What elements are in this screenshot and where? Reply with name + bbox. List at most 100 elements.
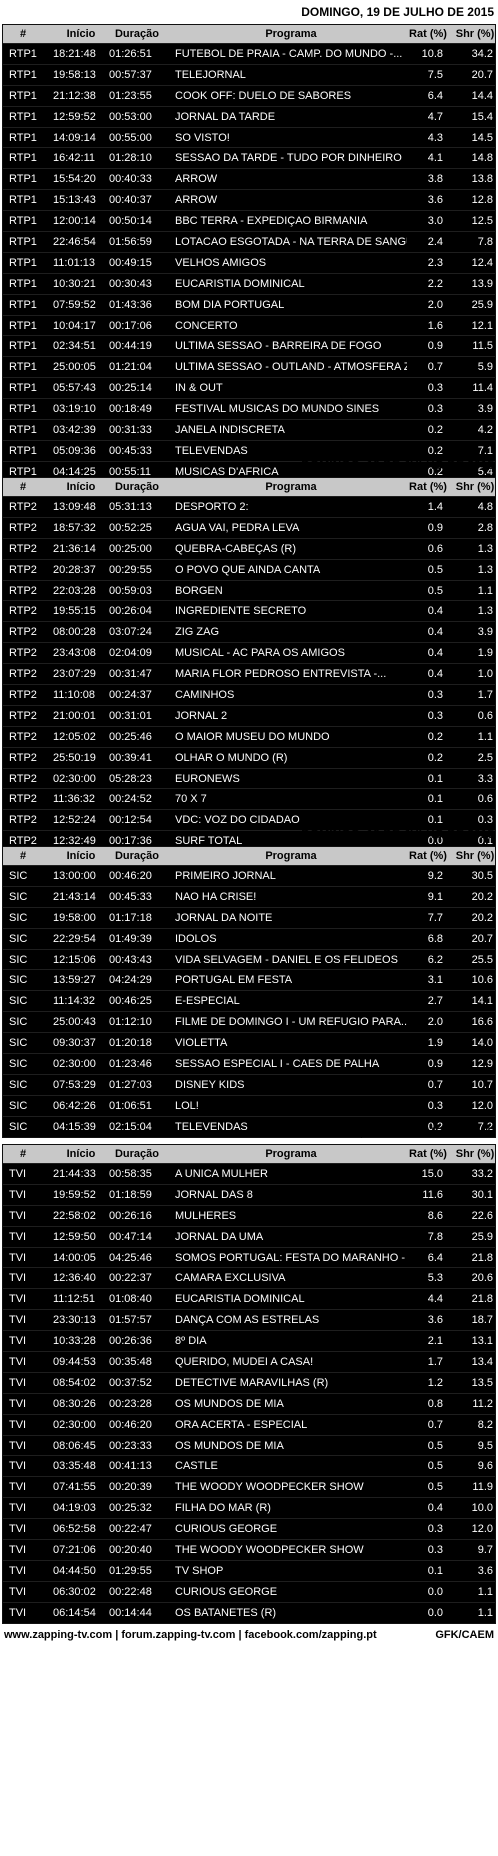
share-cell: 11.2 bbox=[472, 1397, 493, 1410]
footer-links: www.zapping-tv.com | forum.zapping-tv.co… bbox=[4, 1628, 377, 1641]
rating-cell: 2.3 bbox=[427, 256, 443, 269]
start-time-cell: 02:30:00 bbox=[53, 772, 96, 785]
rating-cell: 0.4 bbox=[427, 1502, 443, 1515]
duration-cell: 01:23:46 bbox=[109, 1058, 152, 1071]
table-row: RTP1 15:13:43 00:40:37 ARROW 3.6 12.8 bbox=[3, 189, 495, 210]
table-row: RTP2 21:00:01 00:31:01 JORNAL 2 0.3 0.6 bbox=[3, 704, 495, 726]
header-start: Início bbox=[66, 1148, 96, 1160]
program-cell: INGREDIENTE SECRETO bbox=[175, 605, 307, 618]
program-cell: BOM DIA PORTUGAL bbox=[175, 298, 285, 311]
table-row: RTP1 10:04:17 00:17:06 CONCERTO 1.6 12.1 bbox=[3, 314, 495, 336]
table-row: TVI 04:19:03 00:25:32 FILHA DO MAR (R) 0.4 10… bbox=[3, 1497, 495, 1518]
start-time-cell: 10:04:17 bbox=[53, 319, 96, 332]
rating-cell: 0.9 bbox=[427, 1058, 443, 1071]
program-cell: LOTACAO ESGOTADA - NA TERRA DE SANGUE bbox=[175, 236, 407, 249]
rating-cell: 0.0 bbox=[427, 1606, 443, 1619]
channel-cell: SIC bbox=[9, 974, 28, 987]
program-cell: JORNAL DAS 8 bbox=[175, 1188, 253, 1201]
rating-cell: 0.6 bbox=[427, 542, 443, 555]
start-time-cell: 19:58:00 bbox=[53, 911, 96, 924]
duration-cell: 00:25:46 bbox=[109, 730, 152, 743]
header-rat: Rat (%) bbox=[409, 481, 447, 493]
start-time-cell: 07:59:52 bbox=[53, 298, 96, 311]
start-time-cell: 25:00:43 bbox=[53, 1016, 96, 1029]
channel-cell: RTP2 bbox=[9, 751, 37, 764]
table-row: RTP2 23:43:08 02:04:09 MUSICAL - AC PARA OS… bbox=[3, 642, 495, 663]
table-header: # Início Duração Programa Rat (%) Shr (%) bbox=[3, 25, 495, 43]
header-duration: Duração bbox=[114, 28, 160, 40]
share-cell: 1.0 bbox=[477, 668, 493, 681]
share-cell: 33.2 bbox=[471, 1168, 493, 1180]
table-row: TVI 22:58:02 00:26:16 MULHERES 8.6 22.6 bbox=[3, 1204, 495, 1226]
duration-cell: 00:30:43 bbox=[109, 277, 152, 290]
table-row: TVI 14:00:05 04:25:46 SOMOS PORTUGAL: FESTA… bbox=[3, 1246, 495, 1268]
start-time-cell: 07:41:55 bbox=[53, 1481, 96, 1494]
header-program: Programa bbox=[265, 850, 317, 862]
share-cell: 4.2 bbox=[477, 424, 493, 437]
program-cell: FILHA DO MAR (R) bbox=[175, 1502, 271, 1515]
channel-cell: RTP1 bbox=[9, 194, 37, 207]
program-cell: MULHERES bbox=[175, 1209, 237, 1222]
share-cell: 20.2 bbox=[471, 911, 493, 924]
table-row: RTP1 03:19:10 00:18:49 FESTIVAL MUSICAS DO … bbox=[3, 398, 495, 419]
duration-cell: 05:28:23 bbox=[109, 772, 152, 785]
table-row: RTP1 05:57:43 00:25:14 IN & OUT 0.3 11.4 bbox=[3, 377, 495, 398]
header-program: Programa bbox=[265, 481, 317, 493]
program-cell: BBC TERRA - EXPEDIÇAO BIRMANIA bbox=[175, 215, 368, 228]
channel-cell: SIC bbox=[9, 932, 28, 945]
start-time-cell: 19:58:13 bbox=[53, 68, 96, 81]
share-cell: 30.1 bbox=[471, 1188, 493, 1201]
channel-cell: TVI bbox=[9, 1523, 27, 1536]
program-cell: BORGEN bbox=[175, 584, 223, 597]
footer-source: GFK/CAEM bbox=[435, 1628, 494, 1641]
channel-cell: TVI bbox=[9, 1460, 27, 1473]
table-row: RTP2 19:55:15 00:26:04 INGREDIENTE SECRETO 0… bbox=[3, 600, 495, 621]
start-time-cell: 14:09:14 bbox=[53, 131, 96, 144]
channel-cell: RTP2 bbox=[9, 521, 37, 534]
start-time-cell: 23:43:08 bbox=[53, 647, 96, 660]
table-row: TVI 12:36:40 00:22:37 CAMARA EXCLUSIVA 5.3 20… bbox=[3, 1267, 495, 1288]
duration-cell: 01:08:40 bbox=[109, 1293, 152, 1306]
duration-cell: 00:59:03 bbox=[109, 584, 152, 597]
start-time-cell: 11:12:51 bbox=[53, 1293, 96, 1306]
program-cell: DETECTIVE MARAVILHAS (R) bbox=[175, 1376, 329, 1389]
ratings-table-block: DOMINGO, 19 DE JULHO DE 2015 # Início Duraç… bbox=[0, 1120, 498, 1646]
channel-cell: TVI bbox=[9, 1397, 27, 1410]
channel-cell: RTP2 bbox=[9, 793, 37, 806]
start-time-cell: 09:44:53 bbox=[53, 1356, 96, 1369]
start-time-cell: 12:59:52 bbox=[53, 110, 96, 123]
share-cell: 11.4 bbox=[472, 382, 493, 395]
program-cell: JORNAL DA UMA bbox=[175, 1230, 264, 1243]
table-row: TVI 07:21:06 00:20:40 THE WOODY WOODPECKER … bbox=[3, 1539, 495, 1560]
channel-cell: RTP1 bbox=[9, 340, 37, 353]
header-shr: Shr (%) bbox=[455, 481, 495, 493]
start-time-cell: 23:07:29 bbox=[53, 668, 96, 681]
program-cell: MARIA FLOR PEDROSO ENTREVISTA -... bbox=[175, 668, 387, 681]
share-cell: 0.6 bbox=[477, 709, 493, 722]
share-cell: 1.3 bbox=[477, 605, 493, 618]
table-row: RTP2 11:36:32 00:24:52 70 X 7 0.1 0.6 bbox=[3, 788, 495, 809]
channel-cell: TVI bbox=[9, 1251, 27, 1264]
share-cell: 4.8 bbox=[477, 501, 493, 513]
share-cell: 8.2 bbox=[477, 1418, 493, 1431]
table-row: SIC 02:30:00 01:23:46 SESSAO ESPECIAL I - C… bbox=[3, 1053, 495, 1074]
table-row: TVI 19:59:52 01:18:59 JORNAL DAS 8 11.6 30.1 bbox=[3, 1183, 495, 1205]
share-cell: 10.6 bbox=[471, 974, 493, 987]
duration-cell: 00:25:32 bbox=[109, 1502, 152, 1515]
share-cell: 3.3 bbox=[477, 772, 493, 785]
start-time-cell: 21:00:01 bbox=[53, 709, 96, 722]
start-time-cell: 04:44:50 bbox=[53, 1564, 96, 1577]
duration-cell: 00:40:33 bbox=[109, 173, 152, 186]
share-cell: 12.0 bbox=[471, 1523, 493, 1536]
program-cell: E-ESPECIAL bbox=[175, 995, 240, 1008]
program-cell: FUTEBOL DE PRAIA - CAMP. DO MUNDO -... bbox=[175, 48, 403, 60]
program-cell: JORNAL DA NOITE bbox=[175, 911, 273, 924]
start-time-cell: 07:21:06 bbox=[53, 1544, 96, 1557]
rating-cell: 15.0 bbox=[421, 1168, 443, 1180]
start-time-cell: 11:01:13 bbox=[53, 256, 96, 269]
program-cell: JORNAL 2 bbox=[175, 709, 228, 722]
program-cell: VIOLETTA bbox=[175, 1037, 228, 1050]
duration-cell: 00:23:28 bbox=[109, 1397, 152, 1410]
duration-cell: 00:46:20 bbox=[109, 870, 152, 882]
date-heading: DOMINGO, 19 DE JULHO DE 2015 bbox=[301, 1125, 494, 1139]
